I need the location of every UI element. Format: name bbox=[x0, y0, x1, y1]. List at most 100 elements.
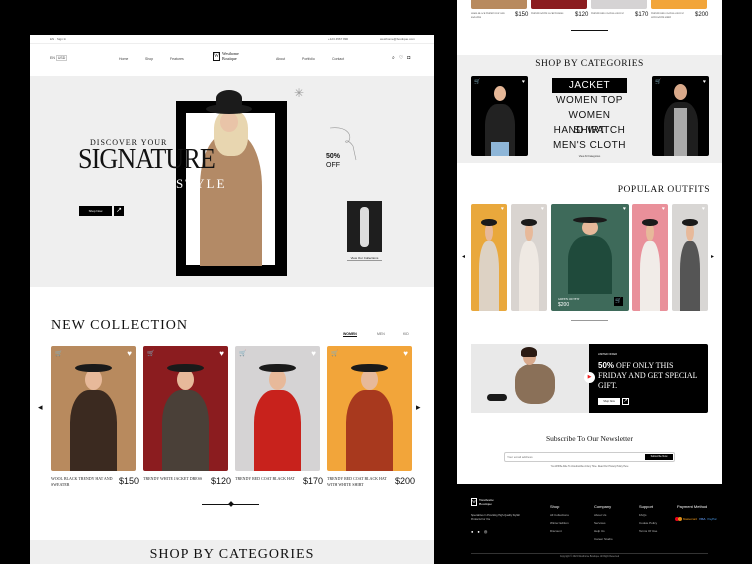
heart-icon[interactable]: ♥ bbox=[311, 349, 316, 358]
bag-icon[interactable]: ◘ bbox=[407, 55, 410, 61]
language-select[interactable]: EN USD bbox=[50, 55, 68, 61]
view-all-categories-link[interactable]: View All Categories bbox=[552, 155, 627, 158]
promo-shop-now-button[interactable]: Shop Now bbox=[598, 398, 620, 405]
footer-about: Specializes In Providing High-Quality St… bbox=[471, 514, 521, 521]
category-women-shirt[interactable]: WOMEN SHIRT bbox=[552, 108, 627, 136]
nav-contact[interactable]: Contact bbox=[332, 57, 344, 61]
play-video-button[interactable]: ▶ bbox=[584, 372, 595, 383]
product-image[interactable] bbox=[471, 0, 527, 9]
arrow-up-right-icon[interactable]: ↗ bbox=[622, 398, 629, 405]
prev-arrow-icon[interactable]: ◂ bbox=[38, 402, 43, 413]
outfit-image[interactable]: ♥ bbox=[471, 204, 507, 311]
arrow-up-right-icon[interactable]: ↗ bbox=[114, 206, 124, 216]
model-body bbox=[478, 241, 500, 311]
promo-eyebrow: LIMITED OFFER bbox=[598, 353, 618, 356]
footer-link[interactable]: Winter Edition bbox=[550, 521, 569, 525]
footer-link[interactable]: Career Studio bbox=[594, 537, 613, 541]
product-image[interactable] bbox=[591, 0, 647, 9]
footer-link[interactable]: Discount bbox=[550, 529, 562, 533]
footer-logo[interactable]: W Westhome Boutique bbox=[471, 498, 494, 506]
product-image[interactable]: 🛒 ♥ bbox=[327, 346, 412, 471]
heart-icon[interactable]: ♥ bbox=[127, 349, 132, 358]
brand-logo[interactable]: W Westhome Boutique bbox=[213, 51, 239, 61]
nav-portfolio[interactable]: Portfolio bbox=[302, 57, 315, 61]
category-jacket[interactable]: JACKET bbox=[552, 78, 627, 93]
slider-handle[interactable] bbox=[228, 501, 234, 507]
outfit-image[interactable]: ♥ bbox=[632, 204, 668, 311]
category-mens-cloth[interactable]: MEN'S CLOTH bbox=[552, 138, 627, 153]
heart-icon[interactable]: ♥ bbox=[623, 206, 626, 212]
cart-icon[interactable]: 🛒 bbox=[147, 350, 154, 357]
facebook-icon[interactable]: ● bbox=[471, 529, 473, 534]
currency-select[interactable]: USD bbox=[55, 55, 68, 61]
twitter-icon[interactable]: ● bbox=[477, 529, 479, 534]
next-arrow-icon[interactable]: ▸ bbox=[711, 253, 714, 260]
cart-icon[interactable]: 🛒 bbox=[55, 350, 62, 357]
search-icon[interactable]: ⌕ bbox=[392, 55, 395, 61]
product-image[interactable]: 🛒 ♥ bbox=[235, 346, 320, 471]
footer-link[interactable]: All Collections bbox=[550, 513, 569, 517]
footer-link[interactable]: Services bbox=[594, 521, 606, 525]
nav-about[interactable]: About bbox=[276, 57, 285, 61]
footer-link[interactable]: Help Us bbox=[594, 529, 605, 533]
newsletter-form: Subscribe Now bbox=[504, 452, 675, 462]
heart-icon[interactable]: ♡ bbox=[399, 55, 403, 61]
slider-indicator[interactable] bbox=[571, 30, 608, 31]
product-image[interactable]: 🛒 ♥ bbox=[51, 346, 136, 471]
nav-features[interactable]: Features bbox=[170, 57, 184, 61]
shop-now-button[interactable]: Shop Now bbox=[79, 206, 112, 216]
category-women-top[interactable]: WOMEN TOP bbox=[552, 93, 627, 108]
nav-shop[interactable]: Shop bbox=[145, 57, 153, 61]
footer-link[interactable]: FAQs bbox=[639, 513, 647, 517]
product-name: Trendy White Jacket Dress bbox=[531, 13, 564, 15]
footer-link[interactable]: About Us bbox=[594, 513, 606, 517]
outfit-image[interactable]: ♥ bbox=[672, 204, 708, 311]
collection-thumbnail[interactable] bbox=[347, 201, 382, 252]
tab-women[interactable]: WOMEN bbox=[343, 332, 357, 337]
tab-kid[interactable]: KID bbox=[403, 332, 409, 336]
heart-icon[interactable]: ♥ bbox=[522, 79, 525, 85]
email-input[interactable] bbox=[507, 454, 627, 460]
add-to-cart-button[interactable]: 🛒 bbox=[614, 297, 623, 306]
categories-title: SHOP BY CATEGORIES bbox=[149, 547, 315, 562]
model-hat bbox=[74, 363, 113, 373]
topbar-left[interactable]: EN · Sign In bbox=[50, 37, 66, 41]
slider-indicator[interactable] bbox=[571, 320, 608, 321]
mastercard-label: Mastercard bbox=[683, 517, 697, 521]
subscribe-button[interactable]: Subscribe Now bbox=[645, 454, 673, 460]
heart-icon[interactable]: ♥ bbox=[541, 206, 544, 212]
heart-icon[interactable]: ♥ bbox=[219, 349, 224, 358]
mastercard-icon bbox=[675, 517, 682, 521]
view-collections-link[interactable]: View Our Collections bbox=[347, 256, 382, 261]
heart-icon[interactable]: ♥ bbox=[403, 349, 408, 358]
category-hand-watch[interactable]: HAND WATCH bbox=[552, 123, 627, 138]
heart-icon[interactable]: ♥ bbox=[662, 206, 665, 212]
payment-title: Payment Method bbox=[677, 504, 708, 509]
footer-col-title: Company bbox=[594, 504, 612, 509]
footer-link[interactable]: Cookie Policy bbox=[639, 521, 657, 525]
instagram-icon[interactable]: ◎ bbox=[484, 529, 488, 534]
product-image[interactable] bbox=[531, 0, 587, 9]
product-image[interactable]: 🛒 ♥ bbox=[143, 346, 228, 471]
outfit-image[interactable]: ♥ bbox=[551, 204, 629, 311]
category-image-women[interactable]: 🛒 ♥ bbox=[471, 76, 528, 156]
category-image-men[interactable]: 🛒 ♥ bbox=[652, 76, 709, 156]
hero-signature: SIGNATURE bbox=[78, 143, 216, 175]
nav-home[interactable]: Home bbox=[119, 57, 128, 61]
outfit-image[interactable]: ♥ bbox=[511, 204, 547, 311]
next-arrow-icon[interactable]: ▸ bbox=[416, 402, 421, 413]
footer: W Westhome Boutique Specializes In Provid… bbox=[457, 484, 722, 564]
model-body bbox=[253, 389, 302, 471]
product-image[interactable] bbox=[651, 0, 707, 9]
prev-arrow-icon[interactable]: ◂ bbox=[462, 253, 465, 260]
cart-icon[interactable]: 🛒 bbox=[331, 350, 338, 357]
cart-icon[interactable]: 🛒 bbox=[474, 79, 480, 85]
cart-icon[interactable]: 🛒 bbox=[655, 79, 661, 85]
cart-icon[interactable]: 🛒 bbox=[239, 350, 246, 357]
heart-icon[interactable]: ♥ bbox=[501, 206, 504, 212]
tab-men[interactable]: MEN bbox=[377, 332, 385, 336]
heart-icon[interactable]: ♥ bbox=[703, 79, 706, 85]
topbar-email[interactable]: westhome@boutique.com bbox=[380, 37, 415, 41]
heart-icon[interactable]: ♥ bbox=[702, 206, 705, 212]
footer-link[interactable]: Terms Of Use bbox=[639, 529, 657, 533]
